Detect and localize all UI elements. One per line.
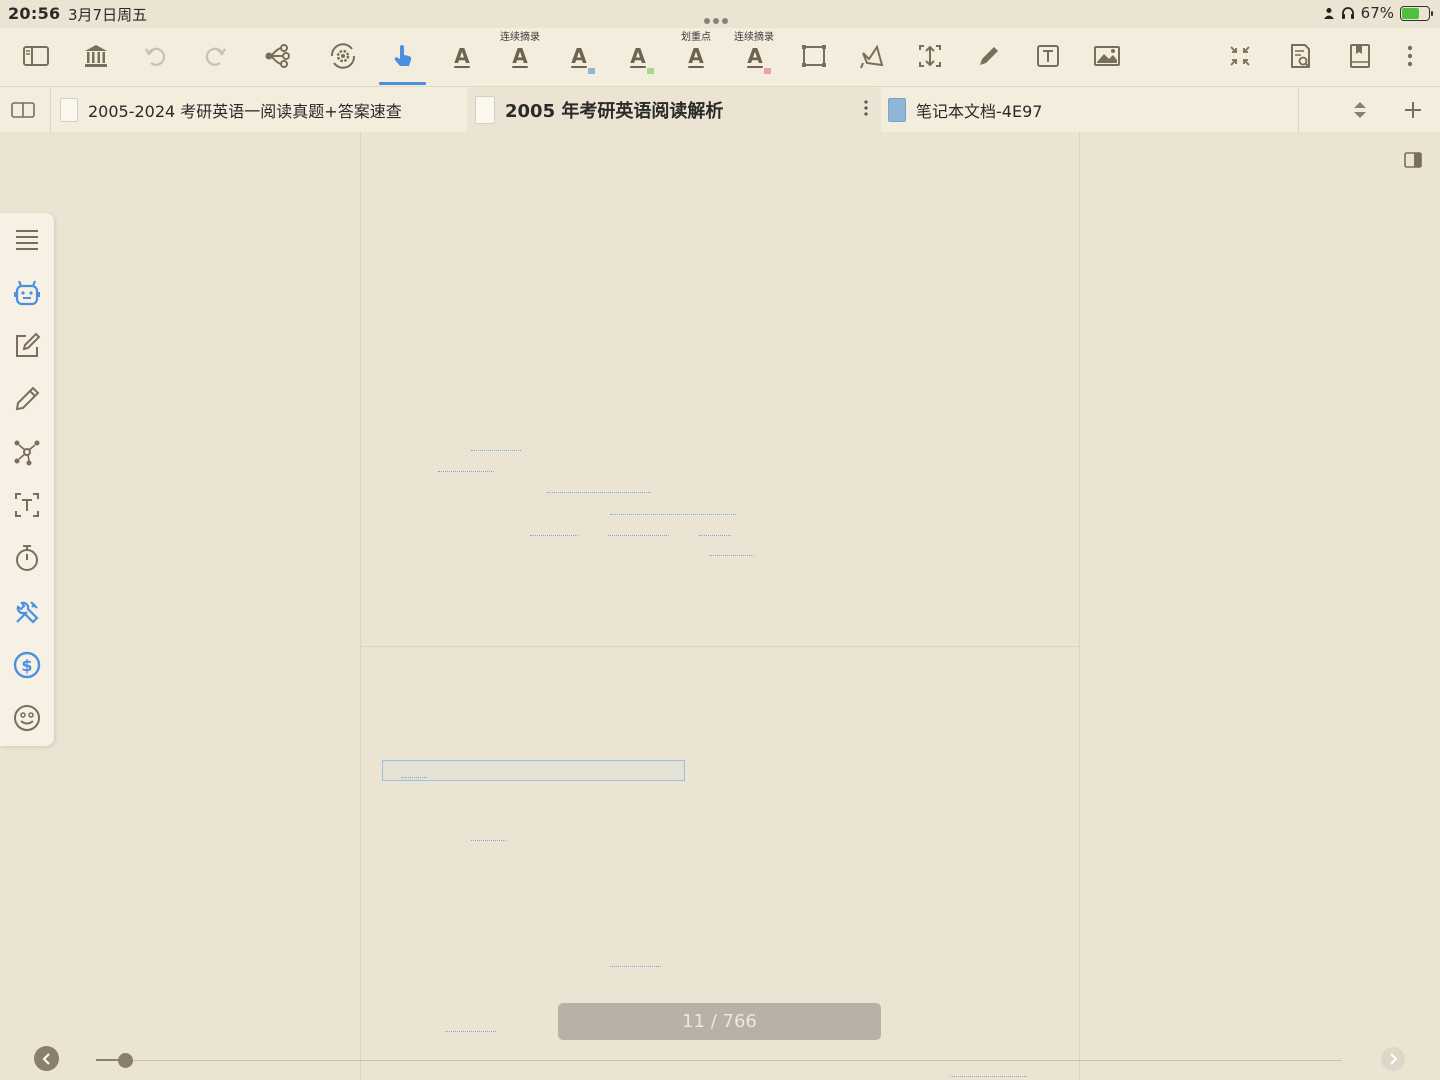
right-panel-toggle-icon[interactable]	[1402, 150, 1424, 170]
headphones-icon	[1341, 7, 1354, 19]
pencil-icon[interactable]	[8, 380, 46, 418]
link-underline[interactable]	[699, 535, 731, 536]
crop-icon[interactable]	[910, 36, 950, 76]
link-underline[interactable]	[547, 492, 651, 493]
previous-page-button[interactable]	[34, 1046, 59, 1071]
multitask-dots-icon[interactable]	[704, 9, 736, 24]
library-icon[interactable]	[76, 36, 116, 76]
link-underline[interactable]	[438, 471, 494, 472]
redo-icon[interactable]	[195, 36, 235, 76]
split-view-icon[interactable]	[10, 99, 36, 121]
link-underline[interactable]	[950, 1076, 1027, 1077]
ai-assistant-icon[interactable]	[8, 274, 46, 312]
image-icon[interactable]	[1087, 36, 1127, 76]
status-bar: 20:56 3月7日周五 67%	[0, 0, 1440, 26]
text-underline-icon[interactable]: A	[442, 36, 482, 76]
link-underline[interactable]	[610, 514, 736, 515]
selection-box[interactable]	[382, 760, 685, 781]
link-underline[interactable]	[709, 555, 754, 556]
link-underline[interactable]	[608, 535, 669, 536]
more-icon[interactable]	[1390, 36, 1430, 76]
text-recognition-icon[interactable]	[8, 486, 46, 524]
page-slider-thumb[interactable]	[117, 1053, 133, 1068]
sidebar-toggle-icon[interactable]	[16, 36, 56, 76]
tab-label: 2005 年考研英语阅读解析	[505, 101, 724, 122]
link-underline[interactable]	[445, 1031, 496, 1032]
next-page-button[interactable]	[1381, 1047, 1405, 1071]
rect-select-icon[interactable]	[794, 36, 834, 76]
tab-separator	[1298, 87, 1299, 133]
text-excerpt-icon[interactable]: A	[500, 36, 540, 76]
battery-icon	[1400, 5, 1433, 21]
bookmark-icon[interactable]	[1340, 36, 1380, 76]
timer-icon[interactable]	[8, 539, 46, 577]
text-red-marker-icon[interactable]: A	[735, 36, 775, 76]
tab-bar: 2005-2024 考研英语一阅读真题+答案速查 2005 年考研英语阅读解析 …	[0, 86, 1440, 133]
link-underline[interactable]	[471, 450, 521, 451]
floating-side-toolbar: $	[0, 213, 54, 746]
tab-separator	[50, 87, 51, 133]
svg-text:$: $	[21, 656, 32, 675]
edit-note-icon[interactable]	[8, 327, 46, 365]
text-green-marker-icon[interactable]: A	[618, 36, 658, 76]
status-indicators: 67%	[1323, 4, 1433, 22]
tools-icon[interactable]	[8, 593, 46, 631]
tab-active-2005-analysis[interactable]: 2005 年考研英语阅读解析	[467, 87, 881, 133]
link-underline[interactable]	[471, 840, 506, 841]
chevron-right-icon	[1390, 1053, 1398, 1065]
dollar-icon[interactable]: $	[8, 646, 46, 684]
active-tool-indicator	[379, 82, 426, 85]
tab-sort-icon[interactable]	[1350, 100, 1370, 120]
text-blue-marker-icon[interactable]: A	[559, 36, 599, 76]
hand-pointer-icon[interactable]	[383, 36, 423, 76]
status-date: 3月7日周五	[68, 6, 148, 24]
battery-percent: 67%	[1360, 4, 1394, 22]
page-divider	[361, 646, 1079, 647]
search-document-icon[interactable]	[1280, 36, 1320, 76]
text-highlight-icon[interactable]: A	[676, 36, 716, 76]
tab-notebook[interactable]: 笔记本文档-4E97	[888, 87, 1042, 133]
undo-icon[interactable]	[136, 36, 176, 76]
main-toolbar: A 连续摘录 A A A 划重点 A 连续摘录 A	[0, 28, 1440, 86]
menu-list-icon[interactable]	[8, 221, 46, 259]
collapse-icon[interactable]	[1220, 36, 1260, 76]
tab-label: 笔记本文档-4E97	[916, 102, 1043, 121]
page-slider-track[interactable]	[96, 1060, 1342, 1061]
link-underline[interactable]	[610, 966, 661, 967]
document-icon	[475, 96, 495, 124]
node-graph-icon[interactable]	[8, 433, 46, 471]
add-tab-icon[interactable]	[1402, 99, 1424, 121]
pencil-icon[interactable]	[969, 36, 1009, 76]
sync-gear-icon[interactable]	[323, 36, 363, 76]
person-icon	[1323, 8, 1334, 19]
lasso-icon[interactable]	[852, 36, 892, 76]
document-page[interactable]	[360, 132, 1080, 1080]
tab-menu-icon[interactable]	[863, 99, 869, 121]
tab-reading-answers[interactable]: 2005-2024 考研英语一阅读真题+答案速查	[60, 87, 402, 133]
chevron-left-icon	[42, 1052, 50, 1065]
link-underline[interactable]	[401, 777, 427, 778]
notebook-icon	[888, 98, 906, 122]
link-underline[interactable]	[530, 535, 578, 536]
status-time: 20:56	[8, 4, 61, 23]
page-indicator: 11 / 766	[558, 1003, 881, 1040]
document-icon	[60, 98, 78, 122]
text-box-icon[interactable]	[1028, 36, 1068, 76]
mindmap-icon[interactable]	[257, 36, 297, 76]
emoji-face-icon[interactable]	[8, 699, 46, 737]
tab-label: 2005-2024 考研英语一阅读真题+答案速查	[88, 102, 402, 121]
